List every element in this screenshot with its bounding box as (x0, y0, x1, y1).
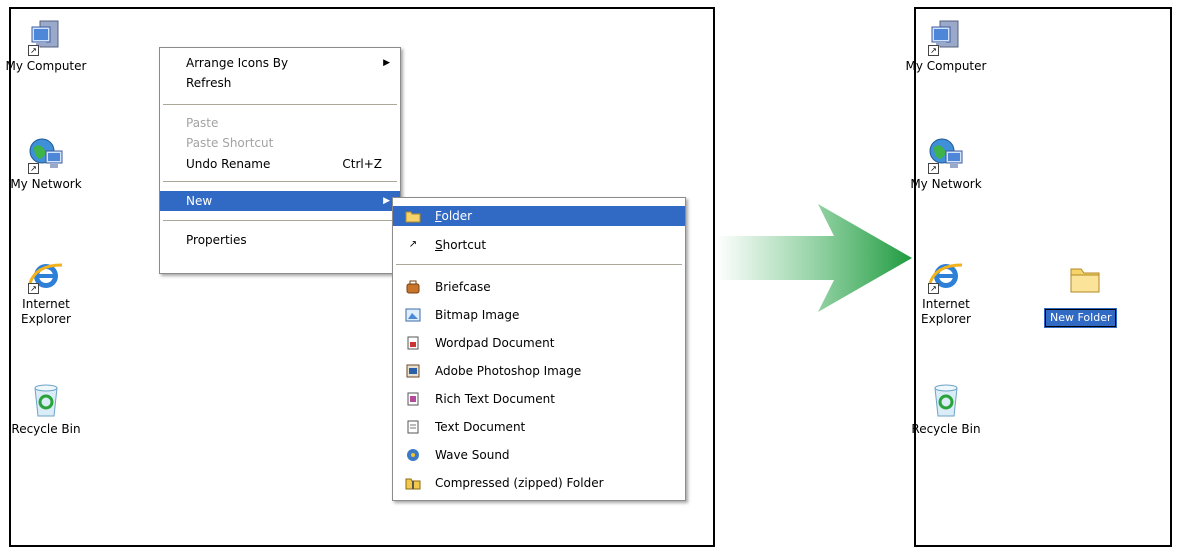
desktop-icon-recycle-bin[interactable]: Recycle Bin (898, 382, 994, 437)
menu-item-label: Paste Shortcut (186, 136, 274, 150)
desktop-icon-my-network[interactable]: ↗ My Network (898, 137, 994, 192)
menu-item-paste: Paste (160, 113, 400, 133)
menu-item-label: Arrange Icons By (186, 56, 289, 70)
menu-separator (163, 181, 397, 182)
menu-item-label: Folder (435, 206, 472, 226)
my-network-icon: ↗ (926, 137, 966, 175)
desktop-before-panel: ↗ My Computer ↗ My Network ↗ Internet Ex… (6, 7, 715, 547)
menu-item-label: Shortcut (435, 235, 486, 255)
desktop-context-menu: Arrange Icons By ▶ Refresh Paste Paste S… (159, 47, 401, 274)
folder-icon (405, 209, 421, 223)
desktop-icon-label: Recycle Bin (11, 422, 81, 436)
menu-item-undo-rename[interactable]: Undo Rename Ctrl+Z (160, 154, 400, 174)
menu-item-wave-sound[interactable]: Wave Sound (393, 445, 685, 465)
menu-item-label: New (186, 194, 213, 208)
desktop-icon-internet-explorer[interactable]: ↗ Internet Explorer (898, 257, 994, 327)
menu-item-label: Properties (186, 233, 247, 247)
menu-item-label: Adobe Photoshop Image (435, 364, 582, 378)
desktop-icon-my-computer[interactable]: ↗ My Computer (898, 19, 994, 74)
menu-item-shortcut: Ctrl+Z (342, 157, 382, 171)
desktop-icon-internet-explorer[interactable]: ↗ Internet Explorer (0, 257, 94, 327)
menu-item-photoshop-image[interactable]: Adobe Photoshop Image (393, 361, 685, 381)
new-folder-icon[interactable] (1068, 263, 1102, 295)
photoshop-image-icon (405, 364, 421, 378)
menu-item-label: Undo Rename (186, 157, 271, 171)
my-computer-icon: ↗ (26, 19, 66, 57)
menu-item-label: Text Document (435, 420, 526, 434)
menu-item-briefcase[interactable]: Briefcase (393, 277, 685, 297)
shortcut-icon: ↗ (408, 239, 418, 250)
new-submenu: Folder ↗ Shortcut Briefcase Bitmap Image… (392, 197, 686, 501)
desktop-icon-label: My Network (910, 177, 982, 191)
menu-item-text-document[interactable]: Text Document (393, 417, 685, 437)
menu-item-wordpad-document[interactable]: Wordpad Document (393, 333, 685, 353)
menu-item-label: Compressed (zipped) Folder (435, 476, 604, 490)
menu-item-label: Rich Text Document (435, 392, 555, 406)
menu-item-arrange-icons-by[interactable]: Arrange Icons By ▶ (160, 53, 400, 73)
desktop-icon-label: My Computer (5, 59, 87, 73)
menu-item-label: Paste (186, 116, 219, 130)
transition-arrow (716, 202, 916, 314)
menu-item-folder[interactable]: Folder (393, 206, 685, 226)
wordpad-document-icon (405, 336, 421, 350)
desktop-icon-label: My Computer (905, 59, 987, 73)
label-rest: hortcut (442, 238, 487, 252)
menu-item-bitmap-image[interactable]: Bitmap Image (393, 305, 685, 325)
recycle-bin-icon (926, 382, 966, 420)
menu-item-label: Bitmap Image (435, 308, 520, 322)
label-rest: older (441, 209, 473, 223)
recycle-bin-icon (26, 382, 66, 420)
desktop-icon-label: My Network (10, 177, 82, 191)
menu-item-compressed-folder[interactable]: Compressed (zipped) Folder (393, 473, 685, 493)
bitmap-image-icon (405, 308, 421, 322)
internet-explorer-icon: ↗ (26, 257, 66, 295)
menu-separator (163, 220, 397, 221)
desktop-icon-my-computer[interactable]: ↗ My Computer (0, 19, 94, 74)
menu-item-new[interactable]: New ▶ (160, 191, 400, 211)
submenu-arrow-icon: ▶ (383, 196, 390, 206)
my-computer-icon: ↗ (926, 19, 966, 57)
folder-icon (1070, 268, 1100, 293)
desktop-icon-label: Recycle Bin (911, 422, 981, 436)
new-folder-label-text[interactable]: New Folder (1050, 311, 1111, 324)
menu-separator (163, 104, 397, 105)
rich-text-document-icon (405, 392, 421, 406)
desktop-icon-label: Internet Explorer (921, 297, 971, 326)
menu-item-label: Briefcase (435, 280, 491, 294)
access-key: S (435, 238, 443, 252)
wave-sound-icon (405, 448, 421, 462)
briefcase-icon (405, 280, 421, 294)
menu-item-paste-shortcut: Paste Shortcut (160, 133, 400, 153)
menu-item-label: Wave Sound (435, 448, 510, 462)
desktop-icon-my-network[interactable]: ↗ My Network (0, 137, 94, 192)
menu-item-label: Wordpad Document (435, 336, 555, 350)
menu-item-refresh[interactable]: Refresh (160, 73, 400, 93)
submenu-arrow-icon: ▶ (383, 58, 390, 68)
menu-item-label: Refresh (186, 76, 232, 90)
menu-item-rich-text-document[interactable]: Rich Text Document (393, 389, 685, 409)
desktop-after-panel: ↗ My Computer ↗ My Network ↗ Internet Ex… (906, 7, 1172, 547)
menu-item-properties[interactable]: Properties (160, 230, 400, 250)
zipped-folder-icon (405, 476, 421, 490)
desktop-icon-recycle-bin[interactable]: Recycle Bin (0, 382, 94, 437)
desktop-icon-label: Internet Explorer (21, 297, 71, 326)
internet-explorer-icon: ↗ (926, 257, 966, 295)
my-network-icon: ↗ (26, 137, 66, 175)
text-document-icon (405, 420, 421, 434)
new-folder-rename-field[interactable]: New Folder (1043, 308, 1118, 328)
menu-item-shortcut[interactable]: ↗ Shortcut (393, 235, 685, 255)
menu-separator (396, 264, 682, 265)
